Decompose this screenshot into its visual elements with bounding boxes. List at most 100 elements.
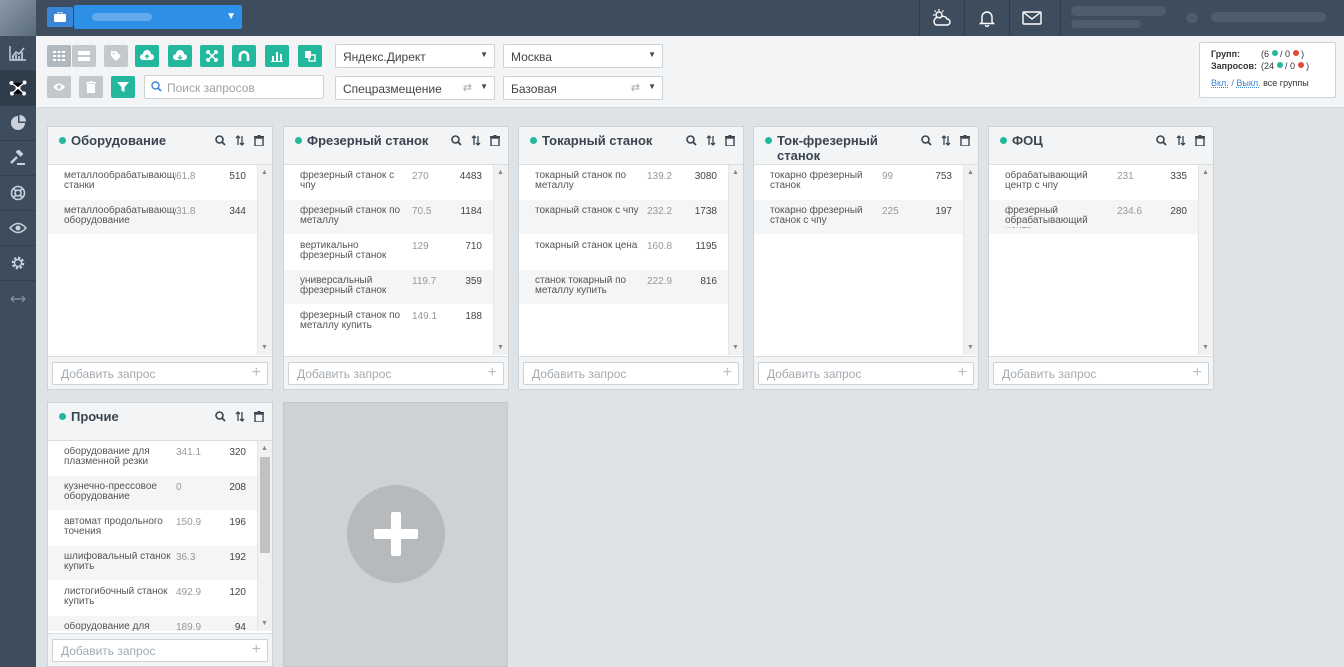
chevron-down-icon[interactable]: ▼: [497, 344, 504, 351]
search-icon[interactable]: [686, 133, 697, 151]
messages-button[interactable]: [1009, 0, 1054, 36]
search-icon[interactable]: [215, 133, 226, 151]
table-row[interactable]: металлообрабатывающие станки 61.8 510: [48, 165, 257, 200]
sidebar-item-groups[interactable]: [0, 71, 36, 106]
chevron-up-icon[interactable]: ▲: [1202, 169, 1209, 176]
table-row[interactable]: токарный станок цена 160.8 1195: [519, 235, 728, 270]
sidebar-item-expand[interactable]: [0, 281, 36, 316]
sidebar-item-pie[interactable]: [0, 106, 36, 141]
chevron-up-icon[interactable]: ▲: [261, 169, 268, 176]
chevron-down-icon[interactable]: ▼: [1202, 344, 1209, 351]
table-row[interactable]: листогибочный станок купить 492.9 120: [48, 581, 257, 616]
table-row[interactable]: оборудование для 189.9 94: [48, 616, 257, 631]
scrollbar[interactable]: ▲ ▼: [963, 165, 978, 355]
scrollbar[interactable]: ▲ ▼: [1198, 165, 1213, 355]
sort-icon[interactable]: [235, 409, 245, 427]
plus-icon[interactable]: +: [1193, 364, 1202, 382]
table-row[interactable]: фрезерный станок по металлу купить 149.1…: [284, 305, 493, 340]
plus-icon[interactable]: +: [252, 641, 261, 659]
search-input[interactable]: Поиск запросов: [144, 75, 324, 99]
table-row[interactable]: фрезерный обрабатывающий центр 234.6 280: [989, 200, 1198, 235]
table-row[interactable]: станок токарный по металлу купить 222.9 …: [519, 270, 728, 305]
group-title[interactable]: ФОЦ: [1012, 133, 1162, 148]
trash-icon[interactable]: [490, 133, 500, 151]
magnet-button[interactable]: [232, 45, 256, 67]
sidebar-item-auction[interactable]: [0, 141, 36, 176]
table-row[interactable]: токарный станок с чпу 232.2 1738: [519, 200, 728, 235]
chevron-down-icon[interactable]: ▼: [261, 620, 268, 627]
user-menu[interactable]: [1060, 0, 1344, 36]
expand-button[interactable]: [200, 45, 224, 67]
weather-button[interactable]: [919, 0, 964, 36]
sort-icon[interactable]: [471, 133, 481, 151]
status-dot-icon[interactable]: [59, 413, 66, 420]
plus-icon[interactable]: +: [252, 364, 261, 382]
status-dot-icon[interactable]: [530, 137, 537, 144]
table-row[interactable]: токарно фрезерный станок 99 753: [754, 165, 963, 200]
plus-icon[interactable]: +: [723, 364, 732, 382]
cloud-upload-button[interactable]: [135, 45, 159, 67]
briefcase-button[interactable]: [47, 7, 73, 27]
export-button[interactable]: [298, 45, 322, 67]
plus-icon[interactable]: +: [958, 364, 967, 382]
chevron-up-icon[interactable]: ▲: [967, 169, 974, 176]
scrollbar[interactable]: ▲ ▼: [257, 441, 272, 631]
add-query-input[interactable]: Добавить запрос +: [993, 362, 1209, 385]
add-query-input[interactable]: Добавить запрос +: [523, 362, 739, 385]
group-title[interactable]: Ток-фрезерный станок: [777, 133, 907, 163]
sidebar-item-settings[interactable]: [0, 246, 36, 281]
status-dot-icon[interactable]: [765, 137, 772, 144]
trash-icon[interactable]: [254, 133, 264, 151]
sidebar-item-support[interactable]: [0, 176, 36, 211]
view-list-button[interactable]: [72, 45, 96, 67]
table-row[interactable]: шлифовальный станок купить 36.3 192: [48, 546, 257, 581]
trash-icon[interactable]: [254, 409, 264, 427]
sort-icon[interactable]: [941, 133, 951, 151]
chevron-up-icon[interactable]: ▲: [261, 445, 268, 452]
search-icon[interactable]: [921, 133, 932, 151]
scrollbar[interactable]: ▲ ▼: [728, 165, 743, 355]
stats-button[interactable]: [265, 45, 289, 67]
scrollbar-thumb[interactable]: [260, 457, 270, 553]
trash-icon[interactable]: [725, 133, 735, 151]
delete-button[interactable]: [79, 76, 103, 98]
chevron-down-icon[interactable]: ▼: [732, 344, 739, 351]
table-row[interactable]: фрезерный станок по металлу 70.5 1184: [284, 200, 493, 235]
group-title[interactable]: Прочие: [71, 409, 221, 424]
add-query-input[interactable]: Добавить запрос +: [288, 362, 504, 385]
trash-icon[interactable]: [960, 133, 970, 151]
logo[interactable]: [0, 0, 36, 36]
disable-all-link[interactable]: Выкл.: [1236, 78, 1260, 88]
filter-button[interactable]: [111, 76, 135, 98]
add-group-card[interactable]: [283, 402, 508, 667]
view-grid-button[interactable]: [47, 45, 71, 67]
plus-icon[interactable]: +: [488, 364, 497, 382]
table-row[interactable]: обрабатывающий центр с чпу 231 335: [989, 165, 1198, 200]
sort-icon[interactable]: [706, 133, 716, 151]
sort-icon[interactable]: [235, 133, 245, 151]
table-row[interactable]: оборудование для плазменной резки 341.1 …: [48, 441, 257, 476]
chevron-down-icon[interactable]: ▼: [261, 344, 268, 351]
placement-select[interactable]: Спецразмещение ⇄ ▼: [335, 76, 495, 100]
cloud-download-button[interactable]: [168, 45, 192, 67]
sidebar-item-monitoring[interactable]: [0, 211, 36, 246]
group-title[interactable]: Токарный станок: [542, 133, 692, 148]
visibility-button[interactable]: [47, 76, 71, 98]
chevron-up-icon[interactable]: ▲: [497, 169, 504, 176]
project-select[interactable]: ▼: [74, 5, 242, 29]
search-icon[interactable]: [451, 133, 462, 151]
group-title[interactable]: Оборудование: [71, 133, 221, 148]
chevron-down-icon[interactable]: ▼: [967, 344, 974, 351]
source-select[interactable]: Яндекс.Директ ▼: [335, 44, 495, 68]
add-query-input[interactable]: Добавить запрос +: [52, 639, 268, 662]
table-row[interactable]: токарный станок по металлу 139.2 3080: [519, 165, 728, 200]
scrollbar[interactable]: ▲ ▼: [257, 165, 272, 355]
status-dot-icon[interactable]: [59, 137, 66, 144]
enable-all-link[interactable]: Вкл.: [1211, 78, 1229, 88]
sort-icon[interactable]: [1176, 133, 1186, 151]
add-query-input[interactable]: Добавить запрос +: [52, 362, 268, 385]
status-dot-icon[interactable]: [1000, 137, 1007, 144]
add-group-button[interactable]: [347, 485, 445, 583]
chevron-up-icon[interactable]: ▲: [732, 169, 739, 176]
table-row[interactable]: вертикально фрезерный станок 129 710: [284, 235, 493, 270]
